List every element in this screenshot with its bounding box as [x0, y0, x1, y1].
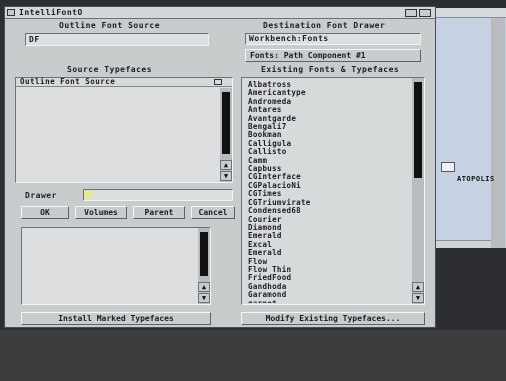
- depth-gadget-icon[interactable]: [405, 9, 417, 17]
- ok-button[interactable]: OK: [21, 206, 69, 219]
- marked-list-scroll-down-icon[interactable]: ▼: [198, 293, 210, 303]
- background-window-scrollbar[interactable]: [491, 18, 505, 248]
- existing-fonts-header: Existing Fonts & Typefaces: [261, 65, 400, 74]
- marked-list-scroll-knob[interactable]: [200, 232, 208, 276]
- font-list-item[interactable]: Callisto: [248, 147, 408, 156]
- font-list-item[interactable]: Emerald: [248, 248, 408, 257]
- source-list-scroll-knob[interactable]: [222, 92, 230, 154]
- modify-existing-button[interactable]: Modify Existing Typefaces...: [241, 312, 425, 325]
- cancel-button[interactable]: Cancel: [191, 206, 235, 219]
- font-list-item[interactable]: Emerald: [248, 231, 408, 240]
- source-list-gadget-icon[interactable]: [214, 79, 222, 85]
- fonts-path-component-button[interactable]: Fonts: Path Component #1: [245, 49, 421, 62]
- source-list-scroll-down-icon[interactable]: ▼: [220, 171, 232, 181]
- window-title: IntelliFontO: [19, 8, 83, 17]
- background-window-icon[interactable]: [441, 162, 455, 172]
- fonts-path-component-label: Fonts: Path Component #1: [250, 51, 366, 60]
- source-typefaces-header: Source Typefaces: [67, 65, 153, 74]
- zoom-gadget-icon[interactable]: [419, 9, 431, 17]
- existing-fonts-scroll-up-icon[interactable]: ▲: [412, 282, 424, 292]
- parent-button[interactable]: Parent: [133, 206, 185, 219]
- outline-source-path-value: DF: [29, 35, 40, 44]
- destination-path-value: Workbench:Fonts: [249, 34, 329, 43]
- source-list-title: Outline Font Source: [20, 77, 116, 86]
- outline-source-header: Outline Font Source: [59, 21, 161, 30]
- source-list-titlebar: Outline Font Source: [16, 77, 232, 87]
- source-typefaces-list[interactable]: Outline Font Source ▲ ▼: [15, 77, 233, 183]
- background-window-label[interactable]: ATOPOLIS: [457, 174, 495, 184]
- existing-fonts-items: Albatross Americantype Andromeda Antares Ava…: [248, 81, 408, 303]
- marked-typefaces-list[interactable]: ▲ ▼: [21, 227, 211, 305]
- marked-list-scroll-up-icon[interactable]: ▲: [198, 282, 210, 292]
- existing-fonts-scroll-down-icon[interactable]: ▼: [412, 293, 424, 303]
- existing-fonts-scrollbar[interactable]: ▲ ▼: [412, 78, 424, 304]
- volumes-button[interactable]: Volumes: [75, 206, 127, 219]
- title-bar[interactable]: IntelliFontO: [5, 7, 435, 19]
- drawer-label: Drawer: [25, 191, 57, 200]
- marked-list-scrollbar[interactable]: ▲ ▼: [198, 228, 210, 304]
- drawer-field[interactable]: [83, 189, 233, 201]
- outline-source-path-field[interactable]: DF: [25, 33, 209, 46]
- font-list-item[interactable]: garnet: [248, 299, 408, 303]
- destination-path-field[interactable]: Workbench:Fonts: [245, 33, 421, 45]
- close-gadget[interactable]: [7, 9, 15, 16]
- existing-fonts-list[interactable]: Albatross Americantype Andromeda Antares Ava…: [241, 77, 425, 305]
- existing-fonts-scroll-knob[interactable]: [414, 82, 422, 178]
- main-window: IntelliFontO Outline Font Source DF Dest…: [4, 6, 436, 328]
- destination-header: Destination Font Drawer: [263, 21, 386, 30]
- drawer-cursor: [85, 191, 93, 199]
- install-marked-button[interactable]: Install Marked Typefaces: [21, 312, 211, 325]
- desktop-bottom: [0, 330, 506, 381]
- source-list-scrollbar[interactable]: ▲ ▼: [220, 88, 232, 182]
- source-list-scroll-up-icon[interactable]: ▲: [220, 160, 232, 170]
